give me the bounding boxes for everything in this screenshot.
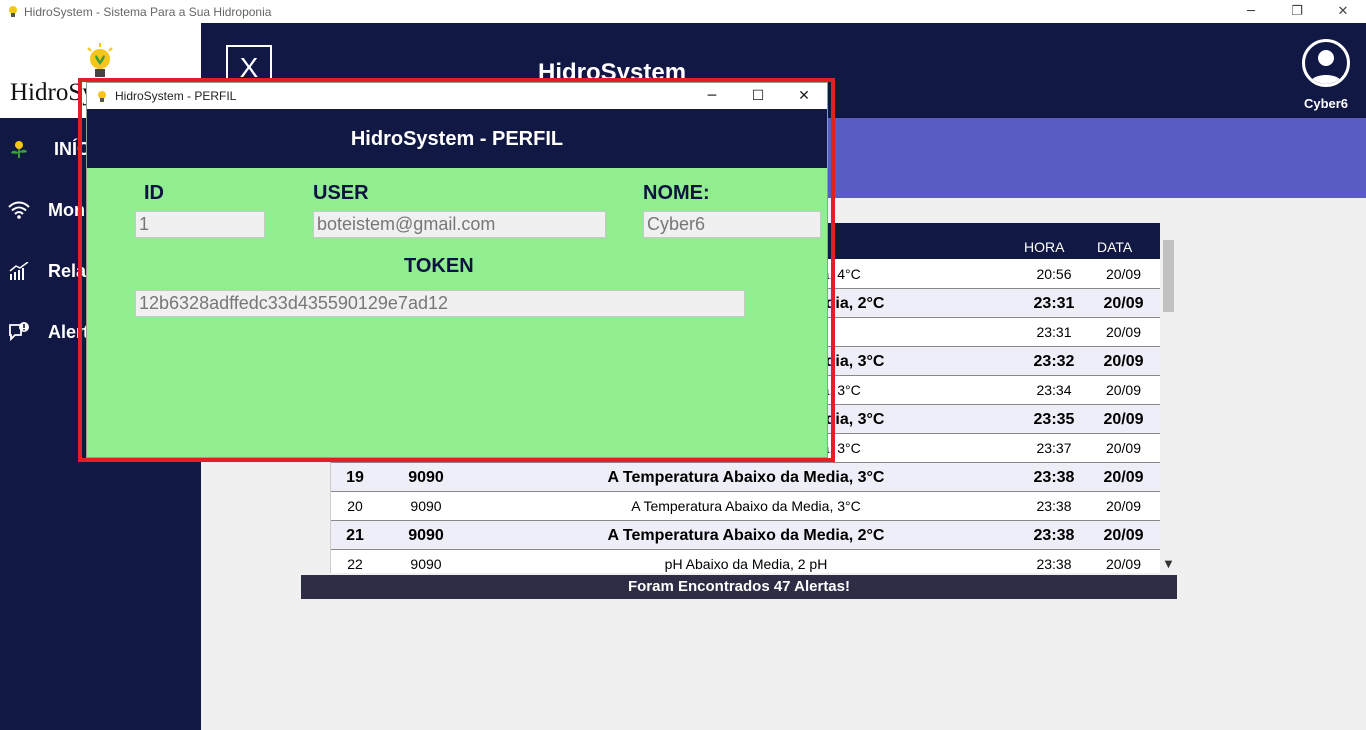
cell-data: 20/09 — [1103, 295, 1144, 312]
cell-data: 20/09 — [1105, 266, 1142, 282]
minimize-button[interactable]: ─ — [1228, 0, 1274, 23]
alert-count-footer: Foram Encontrados 47 Alertas! — [301, 575, 1177, 599]
token-label: TOKEN — [404, 255, 474, 277]
cell-hora: 23:38 — [1033, 527, 1075, 544]
chart-icon — [8, 260, 30, 282]
logo-bulb-icon — [84, 43, 116, 79]
cell-data: 20/09 — [1105, 556, 1142, 572]
user-avatar-icon[interactable] — [1302, 39, 1350, 87]
window-close-button[interactable]: ✕ — [1320, 0, 1366, 23]
cell-id: 22 — [347, 556, 363, 572]
alert-count-text: Foram Encontrados 47 Alertas! — [627, 578, 850, 595]
alert-bubble-icon — [8, 321, 30, 343]
cell-data: 20/09 — [1105, 498, 1142, 514]
cell-id: 20 — [347, 498, 363, 514]
cell-hora: 23:38 — [1036, 498, 1072, 514]
cell-code: 9090 — [410, 556, 442, 572]
cell-data: 20/09 — [1103, 469, 1144, 486]
profile-dialog: HidroSystem - PERFIL ─ ☐ ✕ HidroSystem -… — [86, 82, 828, 458]
cell-hora: 20:56 — [1036, 266, 1072, 282]
window-title: HidroSystem - Sistema Para a Sua Hidropo… — [24, 4, 272, 19]
cell-data: 20/09 — [1103, 353, 1144, 370]
cell-data: 20/09 — [1105, 382, 1142, 398]
cell-message: A Temperatura Abaixo da Media, 3°C — [607, 469, 885, 486]
cell-message: A Temperatura Abaixo da Media, 3°C — [631, 498, 861, 514]
dialog-close-button[interactable]: ✕ — [781, 83, 827, 109]
table-row[interactable]: 21 9090 A Temperatura Abaixo da Media, 2°C… — [301, 521, 1160, 550]
cell-hora: 23:34 — [1036, 382, 1072, 398]
row-selector[interactable] — [301, 521, 331, 550]
cell-hora: 23:37 — [1036, 440, 1072, 456]
window-titlebar: HidroSystem - Sistema Para a Sua Hidropo… — [0, 0, 1366, 23]
sprout-icon — [8, 138, 30, 160]
user-name: Cyber6 — [1303, 96, 1349, 111]
scrollbar-thumb[interactable] — [1163, 240, 1174, 312]
cell-id: 19 — [346, 469, 364, 486]
row-selector[interactable] — [301, 492, 331, 521]
table-row[interactable]: 19 9090 A Temperatura Abaixo da Media, 3°C… — [301, 463, 1160, 492]
id-field[interactable]: 1 — [135, 211, 265, 238]
cell-hora: 23:31 — [1036, 324, 1072, 340]
column-header-data[interactable]: DATA — [1097, 239, 1132, 255]
dialog-maximize-button[interactable]: ☐ — [735, 83, 781, 109]
cell-message: A Temperatura Abaixo da Media, 2°C — [607, 527, 885, 544]
restore-button[interactable]: ❐ — [1274, 0, 1320, 23]
row-selector[interactable] — [301, 463, 331, 492]
dialog-body: ID 1 USER boteistem@gmail.com NOME: Cybe… — [87, 168, 827, 457]
user-field[interactable]: boteistem@gmail.com — [313, 211, 606, 238]
cell-message: pH Abaixo da Media, 2 pH — [664, 556, 828, 572]
dialog-titlebar: HidroSystem - PERFIL ─ ☐ ✕ — [87, 83, 827, 109]
cell-code: 9090 — [410, 498, 442, 514]
cell-code: 9090 — [408, 527, 444, 544]
dialog-minimize-button[interactable]: ─ — [689, 83, 735, 109]
id-label: ID — [144, 182, 164, 204]
column-header-hora[interactable]: HORA — [1024, 239, 1064, 255]
bulb-icon — [95, 89, 109, 103]
bulb-icon — [6, 5, 20, 19]
cell-hora: 23:38 — [1036, 556, 1072, 572]
user-label: USER — [313, 182, 369, 204]
token-field[interactable]: 12b6328adffedc33d435590129e7ad12 — [135, 290, 745, 317]
row-selector[interactable] — [301, 550, 331, 573]
cell-data: 20/09 — [1105, 440, 1142, 456]
cell-data: 20/09 — [1105, 324, 1142, 340]
nome-label: NOME: — [643, 182, 710, 204]
scroll-down-icon[interactable]: ▼ — [1160, 556, 1177, 573]
cell-code: 9090 — [408, 469, 444, 486]
dialog-header: HidroSystem - PERFIL — [87, 109, 827, 168]
cell-hora: 23:31 — [1033, 295, 1075, 312]
cell-data: 20/09 — [1103, 411, 1144, 428]
table-row[interactable]: 20 9090 A Temperatura Abaixo da Media, 3°C… — [301, 492, 1160, 521]
dialog-window-title: HidroSystem - PERFIL — [115, 89, 237, 103]
cell-data: 20/09 — [1103, 527, 1144, 544]
nome-field[interactable]: Cyber6 — [643, 211, 821, 238]
cell-id: 21 — [346, 527, 364, 544]
vertical-scrollbar[interactable]: ▼ — [1160, 223, 1177, 573]
cell-hora: 23:35 — [1033, 411, 1075, 428]
cell-hora: 23:32 — [1033, 353, 1075, 370]
table-row[interactable]: 22 9090 pH Abaixo da Media, 2 pH 23:38 20/09 — [301, 550, 1160, 573]
wifi-icon — [8, 199, 30, 221]
cell-hora: 23:38 — [1033, 469, 1075, 486]
